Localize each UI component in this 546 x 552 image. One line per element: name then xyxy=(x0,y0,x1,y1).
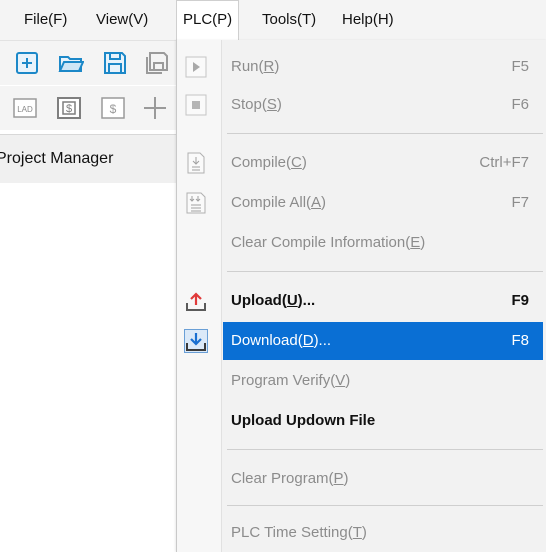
save-icon[interactable] xyxy=(102,50,128,76)
menu-item-program-verify[interactable]: Program Verify(V) xyxy=(177,362,546,400)
menu-item-shortcut: Ctrl+F7 xyxy=(479,154,529,171)
menu-item-label: Stop(S) xyxy=(231,96,282,113)
menu-item-download[interactable]: Download(D)... F8 xyxy=(177,322,546,360)
menu-file[interactable]: File(F) xyxy=(18,0,73,40)
plc-dropdown-menu: Run(R) F5 Stop(S) F6 Compile(C) Ctrl+F7 … xyxy=(176,40,546,552)
menu-separator xyxy=(227,505,543,506)
menu-item-stop[interactable]: Stop(S) F6 xyxy=(177,86,546,124)
download-icon xyxy=(184,329,208,353)
menu-item-label: Download(D)... xyxy=(231,332,332,349)
menu-item-plc-time-setting[interactable]: PLC Time Setting(T) xyxy=(177,514,546,552)
menu-item-clear-compile-info[interactable]: Clear Compile Information(E) xyxy=(177,224,546,262)
save-all-icon[interactable] xyxy=(144,50,170,76)
stl-alt-icon[interactable]: $ xyxy=(100,95,126,121)
compile-icon xyxy=(187,152,205,174)
compile-all-icon xyxy=(186,192,206,214)
project-manager-title: Project Manager xyxy=(0,134,180,184)
toolbar-row-2: LAD $ $ xyxy=(0,86,180,130)
menu-tools[interactable]: Tools(T) xyxy=(256,0,322,40)
svg-text:$: $ xyxy=(110,102,117,116)
run-icon xyxy=(185,56,207,78)
menu-bar: File(F) View(V) PLC(P) Tools(T) Help(H) xyxy=(0,0,546,41)
menu-item-upload[interactable]: Upload(U)... F9 xyxy=(177,282,546,320)
menu-item-clear-program[interactable]: Clear Program(P) xyxy=(177,460,546,498)
menu-separator xyxy=(227,133,543,134)
menu-item-run[interactable]: Run(R) F5 xyxy=(177,48,546,86)
menu-plc[interactable]: PLC(P) xyxy=(176,0,240,40)
menu-item-shortcut: F7 xyxy=(511,194,529,211)
ladder-icon[interactable]: LAD xyxy=(12,95,38,121)
menu-item-label: Run(R) xyxy=(231,58,280,75)
upload-icon xyxy=(186,292,206,311)
menu-item-label: Compile All(A) xyxy=(231,194,327,211)
open-folder-icon[interactable] xyxy=(58,50,84,76)
crosshair-icon[interactable] xyxy=(142,95,168,121)
menu-item-shortcut: F9 xyxy=(511,292,529,309)
stl-icon[interactable]: $ xyxy=(56,95,82,121)
menu-item-shortcut: F8 xyxy=(511,332,529,349)
menu-item-compile-all[interactable]: Compile All(A) F7 xyxy=(177,184,546,222)
project-tree-pane xyxy=(0,183,180,552)
stop-icon xyxy=(185,94,207,116)
menu-item-shortcut: F5 xyxy=(511,58,529,75)
menu-separator xyxy=(227,449,543,450)
menu-item-label: Program Verify(V) xyxy=(231,372,351,389)
menu-item-label: Clear Compile Information(E) xyxy=(231,234,426,251)
menu-help[interactable]: Help(H) xyxy=(336,0,400,40)
menu-item-shortcut: F6 xyxy=(511,96,529,113)
svg-text:$: $ xyxy=(66,103,72,115)
menu-view[interactable]: View(V) xyxy=(90,0,154,40)
toolbar-row-1 xyxy=(0,41,180,85)
new-file-icon[interactable] xyxy=(14,50,40,76)
menu-item-upload-updown-file[interactable]: Upload Updown File xyxy=(177,402,546,440)
svg-text:LAD: LAD xyxy=(17,105,33,114)
menu-item-label: Upload(U)... xyxy=(231,292,316,309)
menu-separator xyxy=(227,271,543,272)
menu-item-compile[interactable]: Compile(C) Ctrl+F7 xyxy=(177,144,546,182)
menu-item-label: PLC Time Setting(T) xyxy=(231,524,367,541)
menu-item-label: Compile(C) xyxy=(231,154,307,171)
menu-item-label: Upload Updown File xyxy=(231,412,376,429)
menu-item-label: Clear Program(P) xyxy=(231,470,349,487)
